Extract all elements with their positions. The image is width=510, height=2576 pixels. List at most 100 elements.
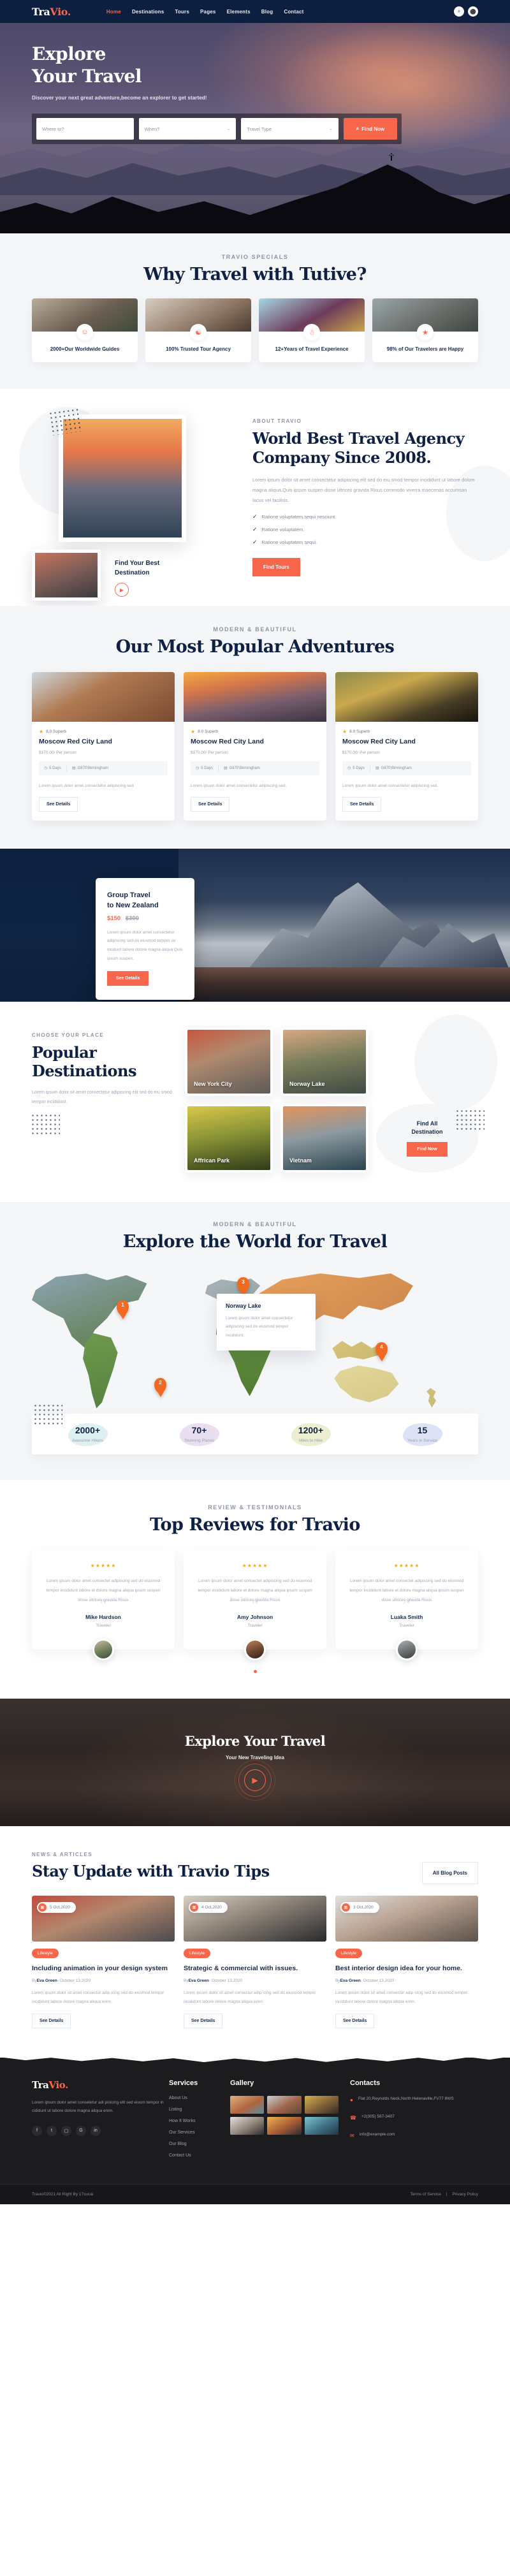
specials-card[interactable]: ☯ 100% Trusted Tour Agency [145, 298, 251, 362]
find-best-destination[interactable]: Find Your Best Destination ▶ [115, 559, 159, 597]
hero-find-now-button[interactable]: ⌕ Find Now [344, 118, 398, 140]
blog-card[interactable]: ▦ 4 Oct,2020 Lifestyle Strategic & comme… [184, 1895, 326, 2028]
gallery-thumb[interactable] [304, 2095, 339, 2114]
footer-link-how-it-works[interactable]: How It Works [169, 2119, 230, 2123]
destination-card[interactable]: Affrican Park [185, 1103, 273, 1173]
see-details-button[interactable]: See Details [32, 2013, 71, 2028]
blog-tag[interactable]: Lifestyle [32, 1948, 59, 1958]
footer-link-our-blog[interactable]: Our Blog [169, 2142, 230, 2146]
blog-author: Eva Green [36, 1979, 57, 1984]
map-pin-4[interactable]: 4 [375, 1342, 388, 1358]
tour-duration-label: 5 Days [353, 766, 365, 770]
destinations-title-line1: Popular [32, 1043, 97, 1062]
twitter-icon[interactable]: t [47, 2125, 57, 2136]
tour-card[interactable]: ★ 8.0 Superb Moscow Red City Land $170.00… [32, 671, 175, 821]
specials-card[interactable]: ☺ 2000+Our Worldwide Guides [32, 298, 138, 362]
nav-item-elements[interactable]: Elements [227, 9, 251, 15]
see-details-button[interactable]: See Details [342, 796, 382, 812]
tour-location-label: G87P,Birmingham [381, 766, 412, 770]
blog-post-title: Including animation in your design syste… [32, 1964, 168, 1972]
logo-dot: . [67, 5, 71, 18]
facebook-icon[interactable]: f [32, 2125, 42, 2136]
play-icon[interactable]: ▶ [115, 583, 129, 597]
gallery-thumb[interactable] [230, 2116, 265, 2135]
gallery-thumb[interactable] [267, 2116, 302, 2135]
reviews-carousel-dots[interactable] [32, 1669, 478, 1673]
search-type-select[interactable]: Travel Type ⌄ [241, 118, 339, 140]
blog-card[interactable]: ▦ 3 Oct,2020 Lifestyle Best interior des… [335, 1895, 478, 2028]
see-details-button[interactable]: See Details [39, 796, 78, 812]
tour-price-value: $170.00 [191, 750, 206, 755]
specials-card[interactable]: ☃ 12+Years of Travel Experience [259, 298, 365, 362]
gallery-thumb[interactable] [267, 2095, 302, 2114]
tour-card-image [335, 671, 478, 722]
footer-terms-link[interactable]: Terms of Service [410, 2192, 441, 2197]
map-pin-label: 2 [159, 1379, 162, 1386]
tour-card[interactable]: ★ 8.0 Superb Moscow Red City Land $170.00… [335, 671, 478, 821]
footer-email-row[interactable]: ✉ info@example.com [350, 2131, 478, 2141]
star-rating-icon: ★★★★★ [393, 1562, 420, 1569]
google-plus-icon[interactable]: G [76, 2125, 86, 2136]
hero-subtitle: Discover your next great adventure,becom… [32, 95, 207, 101]
tour-title: Moscow Red City Land [39, 737, 112, 745]
find-best-line2: Destination [115, 569, 150, 576]
blog-date-full: - October 13,2020 [57, 1979, 91, 1984]
nav-item-tours[interactable]: Tours [175, 9, 189, 15]
map-pin-label: 3 [242, 1278, 245, 1285]
footer-privacy-link[interactable]: Privacy Policy [453, 2192, 478, 2197]
see-details-button[interactable]: See Details [191, 796, 230, 812]
gallery-thumb[interactable] [304, 2116, 339, 2135]
carousel-dot-active[interactable] [253, 1669, 257, 1673]
find-tours-button[interactable]: Find Tours [252, 557, 300, 576]
destination-card[interactable]: New York City [185, 1027, 273, 1096]
nav-item-destinations[interactable]: Destinations [132, 9, 164, 15]
map-pin-1[interactable]: 1 [117, 1299, 129, 1315]
footer-link-our-services[interactable]: Our Services [169, 2130, 230, 2135]
avatar [92, 1638, 114, 1660]
nav-item-pages[interactable]: Pages [200, 9, 216, 15]
footer-bottom-bar: Travio©2021 All Right By 17sucai Terms o… [0, 2183, 510, 2204]
footer-logo[interactable]: TraVio. [32, 2079, 169, 2091]
destination-card[interactable]: Vietnam [280, 1103, 368, 1173]
check-icon: ✓ [252, 513, 258, 520]
search-when-select[interactable]: When? ⌄ [138, 118, 237, 140]
group-see-details-button[interactable]: See Details [107, 971, 149, 986]
footer-link-about-us[interactable]: About Us [169, 2096, 230, 2100]
find-all-button[interactable]: Find Now [407, 1141, 448, 1157]
instagram-icon[interactable]: ▢ [61, 2125, 71, 2136]
gallery-thumb[interactable] [230, 2095, 265, 2114]
play-icon[interactable]: ▶ [235, 1760, 275, 1801]
destination-card[interactable]: Norway Lake [280, 1027, 368, 1096]
see-details-button[interactable]: See Details [335, 2013, 375, 2028]
user-icon[interactable]: ⚫ [468, 6, 478, 17]
nav-item-contact[interactable]: Contact [284, 9, 303, 15]
group-price-old: $300 [125, 914, 139, 922]
site-logo[interactable]: TraVio. [32, 6, 71, 18]
nav-item-blog[interactable]: Blog [261, 9, 273, 15]
specials-card[interactable]: ★ 98% of Our Travelers are Happy [372, 298, 478, 362]
group-travel-card[interactable]: Group Travel to New Zealand $150 $300 Lo… [96, 877, 194, 1000]
footer-phone-row[interactable]: ☎ +2(305) 587-3407 [350, 2113, 478, 2123]
blog-tag[interactable]: Lifestyle [335, 1948, 362, 1958]
blog-tag[interactable]: Lifestyle [184, 1948, 210, 1958]
blog-date: 3 Oct,2020 [353, 1905, 374, 1910]
blog-section: NEWS & ARTICLES Stay Update with Travio … [0, 1826, 510, 2058]
footer-link-contact-us[interactable]: Contact Us [169, 2153, 230, 2158]
map-eyebrow: MODERN & BEAUTIFUL [213, 1220, 297, 1227]
search-where-input[interactable]: Where to? [36, 118, 134, 140]
list-item: ✓ Ratione voluptatem. [252, 526, 477, 533]
specials-card-text: 2000+Our Worldwide Guides [50, 346, 120, 352]
clock-icon: ◷ [347, 766, 351, 771]
nav-item-home[interactable]: Home [106, 9, 121, 15]
footer-link-listing[interactable]: Listing [169, 2107, 230, 2112]
stat-item: 70+ Stunning Places [143, 1423, 255, 1446]
search-icon[interactable]: ⌕ [454, 6, 464, 17]
tour-card[interactable]: ★ 8.0 Superb Moscow Red City Land $170.00… [184, 671, 326, 821]
all-blog-posts-button[interactable]: All Blog Posts [421, 1861, 478, 1884]
linkedin-icon[interactable]: in [91, 2125, 101, 2136]
map-pin-2[interactable]: 2 [154, 1377, 166, 1393]
see-details-button[interactable]: See Details [184, 2013, 223, 2028]
blog-card-image: ▦ 3 Oct,2020 [335, 1895, 478, 1942]
blog-card[interactable]: ▦ 5 Oct,2020 Lifestyle Including animati… [32, 1895, 175, 2028]
site-header: TraVio. Home Destinations Tours Pages El… [0, 0, 510, 23]
